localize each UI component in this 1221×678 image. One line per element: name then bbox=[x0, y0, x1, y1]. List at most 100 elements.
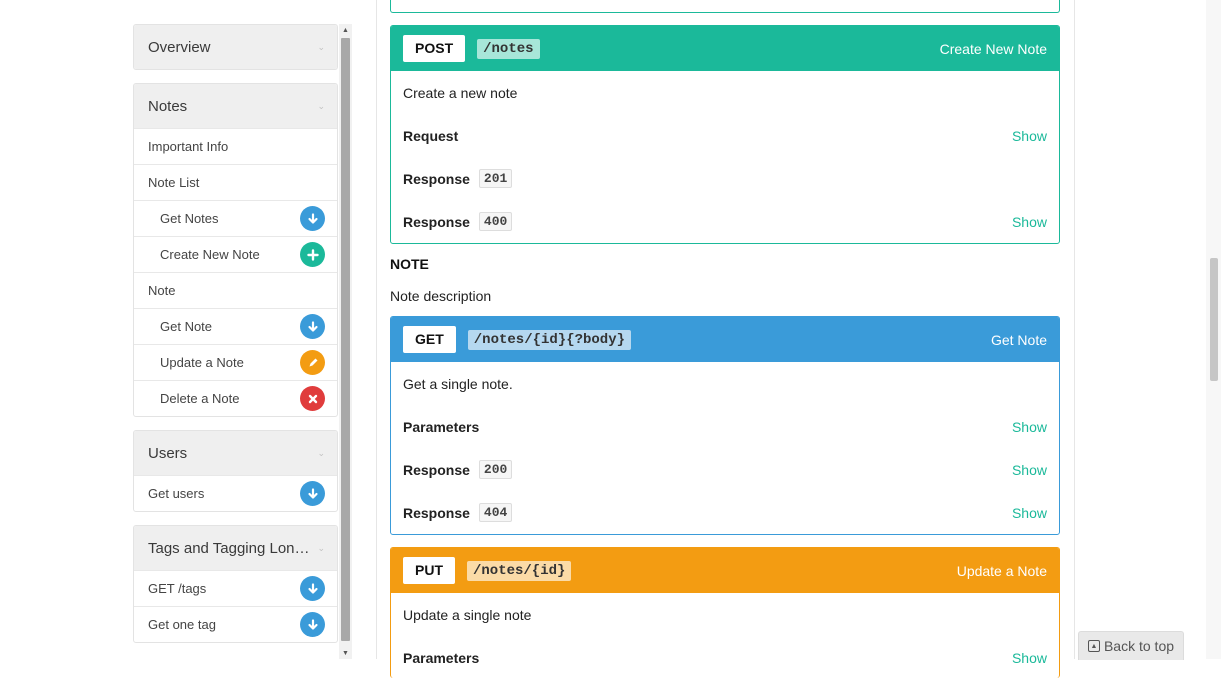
endpoint-title: Update a Note bbox=[956, 562, 1047, 579]
row-label: Request bbox=[403, 127, 459, 144]
row-label: Response bbox=[403, 504, 470, 521]
endpoint-path: /notes/{id} bbox=[467, 560, 572, 581]
nav-group-header[interactable]: Users ⌄ bbox=[134, 431, 337, 475]
endpoint-path: /notes bbox=[477, 38, 540, 59]
parameters-row: Parameters Show bbox=[403, 405, 1047, 448]
status-code: 200 bbox=[478, 460, 513, 479]
sidebar-item-get-users[interactable]: Get users bbox=[134, 475, 337, 511]
arrow-down-icon bbox=[300, 612, 325, 637]
sidebar-item-get-tags[interactable]: GET /tags bbox=[134, 570, 337, 606]
sidebar-scrollbar[interactable]: ▲ ▼ bbox=[339, 24, 352, 659]
response-row: Response 201 bbox=[403, 157, 1047, 200]
plus-icon bbox=[300, 242, 325, 267]
nav-group-header[interactable]: Tags and Tagging Long T... ⌄ bbox=[134, 526, 337, 570]
nav-group-tags: Tags and Tagging Long T... ⌄ GET /tags G… bbox=[133, 525, 338, 643]
nav-group-header[interactable]: Overview ⌄ bbox=[134, 25, 337, 69]
method-label: GET bbox=[403, 326, 456, 353]
endpoint-title: Create New Note bbox=[939, 40, 1047, 57]
endpoint-description: Create a new note bbox=[403, 84, 518, 101]
sidebar-item-label: Delete a Note bbox=[160, 391, 240, 406]
sidebar-item-label: Get one tag bbox=[148, 617, 216, 632]
sidebar-item-note-list[interactable]: Note List bbox=[134, 164, 337, 200]
show-link[interactable]: Show bbox=[1012, 419, 1047, 435]
sidebar-item-note[interactable]: Note bbox=[134, 272, 337, 308]
sidebar-item-label: Get users bbox=[148, 486, 205, 501]
row-label: Parameters bbox=[403, 649, 480, 666]
row-label: Parameters bbox=[403, 418, 480, 435]
parameters-row: Parameters Show bbox=[403, 636, 1047, 678]
show-link[interactable]: Show bbox=[1012, 650, 1047, 666]
endpoint-card-post-notes: POST /notes Create New Note Create a new… bbox=[390, 25, 1060, 244]
nav-group-notes: Notes ⌄ Important Info Note List Get Not… bbox=[133, 83, 338, 417]
status-code: 404 bbox=[478, 503, 513, 522]
arrow-down-icon bbox=[300, 206, 325, 231]
endpoint-description: Get a single note. bbox=[403, 375, 513, 392]
sidebar-item-create-new-note[interactable]: Create New Note bbox=[134, 236, 337, 272]
section-title: NOTE bbox=[390, 256, 429, 272]
endpoint-path: /notes/{id}{?body} bbox=[467, 329, 632, 350]
sidebar-item-label: GET /tags bbox=[148, 581, 207, 596]
endpoint-card-put-note: PUT /notes/{id} Update a Note Update a s… bbox=[390, 547, 1060, 678]
nav-group-overview: Overview ⌄ bbox=[133, 24, 338, 70]
scroll-down-arrow-icon[interactable]: ▼ bbox=[339, 647, 352, 659]
sidebar: Overview ⌄ Notes ⌄ Important Info Note L… bbox=[133, 24, 338, 656]
show-link[interactable]: Show bbox=[1012, 462, 1047, 478]
sidebar-item-label: Get Notes bbox=[160, 211, 219, 226]
arrow-down-icon bbox=[300, 576, 325, 601]
endpoint-header[interactable]: PUT /notes/{id} Update a Note bbox=[391, 548, 1059, 593]
sidebar-item-get-notes[interactable]: Get Notes bbox=[134, 200, 337, 236]
nav-group-label: Tags and Tagging Long T... bbox=[148, 539, 314, 557]
window-scrollbar[interactable] bbox=[1206, 0, 1221, 659]
pencil-icon bbox=[300, 350, 325, 375]
chevron-down-icon: ⌄ bbox=[317, 447, 325, 458]
sidebar-item-important-info[interactable]: Important Info bbox=[134, 128, 337, 164]
sidebar-item-get-note[interactable]: Get Note bbox=[134, 308, 337, 344]
method-label: POST bbox=[403, 35, 466, 62]
method-label: PUT bbox=[403, 557, 455, 584]
sidebar-item-label: Note bbox=[148, 283, 176, 298]
sidebar-item-label: Get Note bbox=[160, 319, 213, 334]
nav-group-label: Overview bbox=[148, 38, 211, 56]
sidebar-item-label: Update a Note bbox=[160, 355, 244, 370]
row-label: Response bbox=[403, 213, 470, 230]
show-link[interactable]: Show bbox=[1012, 505, 1047, 521]
endpoint-title: Get Note bbox=[990, 331, 1047, 348]
request-row: Request Show bbox=[403, 114, 1047, 157]
show-link[interactable]: Show bbox=[1012, 214, 1047, 230]
endpoint-card-get-note: GET /notes/{id}{?body} Get Note Get a si… bbox=[390, 316, 1060, 535]
response-row: Response 404 Show bbox=[403, 491, 1047, 534]
arrow-up-icon: ▲ bbox=[1087, 640, 1100, 652]
nav-group-users: Users ⌄ Get users bbox=[133, 430, 338, 512]
nav-group-header[interactable]: Notes ⌄ bbox=[134, 84, 337, 128]
back-to-top-button[interactable]: ▲ Back to top bbox=[1078, 631, 1184, 660]
response-row: Response 400 Show bbox=[403, 200, 1047, 243]
endpoint-header[interactable]: GET /notes/{id}{?body} Get Note bbox=[391, 317, 1059, 362]
response-row: Response 200 Show bbox=[403, 448, 1047, 491]
sidebar-item-label: Important Info bbox=[148, 139, 229, 154]
sidebar-item-get-one-tag[interactable]: Get one tag bbox=[134, 606, 337, 642]
status-code: 201 bbox=[478, 169, 513, 188]
arrow-down-icon bbox=[300, 481, 325, 506]
section-description: Note description bbox=[390, 288, 492, 304]
chevron-down-icon: ⌄ bbox=[317, 100, 325, 111]
row-label: Response bbox=[403, 170, 470, 187]
sidebar-item-update-a-note[interactable]: Update a Note bbox=[134, 344, 337, 380]
scroll-up-arrow-icon[interactable]: ▲ bbox=[339, 24, 352, 36]
sidebar-item-label: Note List bbox=[148, 175, 200, 190]
back-to-top-label: Back to top bbox=[1103, 638, 1175, 654]
arrow-down-icon bbox=[300, 314, 325, 339]
chevron-down-icon: ⌄ bbox=[317, 542, 325, 553]
nav-group-label: Users bbox=[148, 444, 188, 462]
sidebar-item-delete-a-note[interactable]: Delete a Note bbox=[134, 380, 337, 416]
close-icon bbox=[300, 386, 325, 411]
scrollbar-thumb[interactable] bbox=[341, 38, 350, 641]
endpoint-header[interactable]: POST /notes Create New Note bbox=[391, 26, 1059, 71]
sidebar-item-label: Create New Note bbox=[160, 247, 260, 262]
scrollbar-thumb[interactable] bbox=[1210, 258, 1218, 381]
nav-group-label: Notes bbox=[148, 97, 188, 115]
status-code: 400 bbox=[478, 212, 513, 231]
row-label: Response bbox=[403, 461, 470, 478]
chevron-down-icon: ⌄ bbox=[317, 41, 325, 52]
show-link[interactable]: Show bbox=[1012, 128, 1047, 144]
previous-card-bottom bbox=[390, 0, 1060, 13]
